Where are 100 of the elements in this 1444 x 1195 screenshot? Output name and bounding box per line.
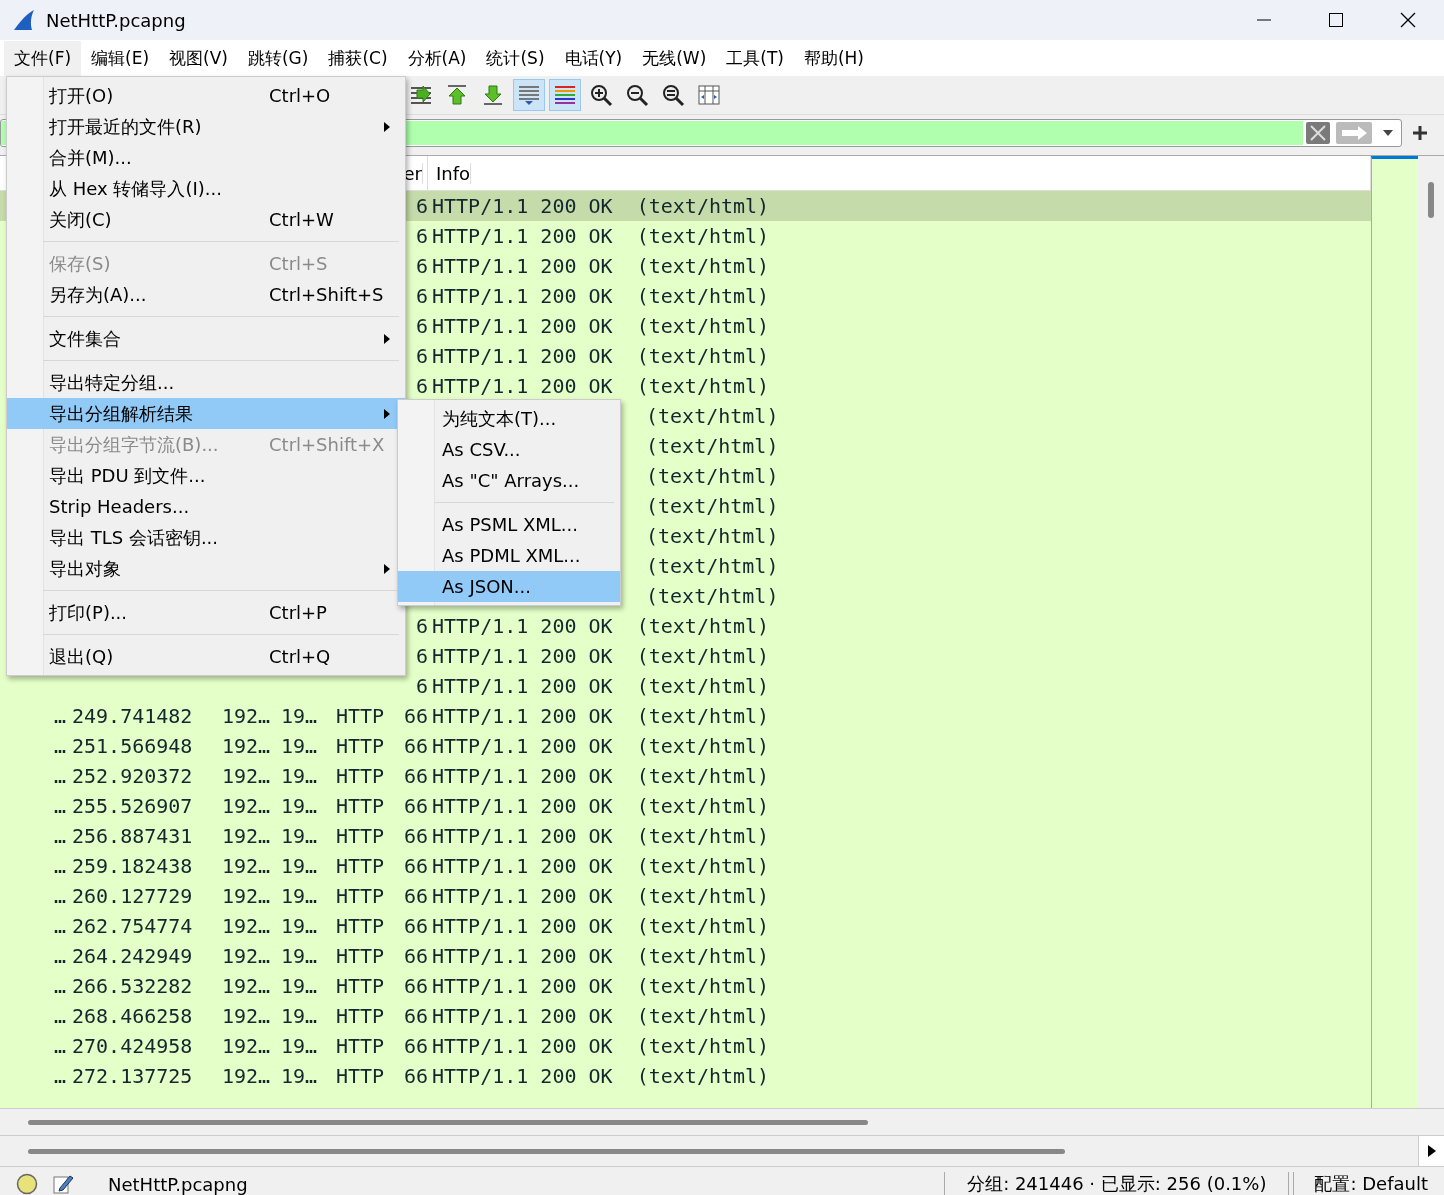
table-cell-text: HTTP [335,914,385,938]
last-icon [481,83,505,107]
table-cell-text: 19… [280,914,318,938]
table-cell-text: HTTP/1.1 200 OK (text/html) [431,764,770,788]
table-cell: … [53,854,66,878]
table-cell-text: (text/html) [645,464,779,488]
table-cell-text: HTTP/1.1 200 OK (text/html) [431,254,770,278]
colorize-toolbar-button[interactable] [549,79,581,111]
table-cell-text: 19… [280,974,318,998]
menu-item[interactable]: As JSON... [398,571,620,602]
menu-bar-item[interactable]: 统计(S) [476,40,555,76]
table-cell: 6 [415,224,428,248]
resize-icon [697,83,721,107]
menu-bar-item[interactable]: 电话(Y) [554,40,633,76]
table-cell-text: 192… [221,734,271,758]
menu-bar-item[interactable]: 文件(F) [4,40,82,76]
table-cell: … [53,764,66,788]
clear-filter-button[interactable] [1303,122,1333,144]
table-cell-text: 270.424958 [71,1034,193,1058]
table-cell: 66 [403,914,428,938]
status-indicator-icon[interactable] [16,1173,38,1195]
menu-item[interactable]: 关闭(C) Ctrl+W [7,204,405,235]
table-cell-text: 192… [221,1004,271,1028]
table-cell: 66 [403,704,428,728]
table-cell-text: HTTP [335,884,385,908]
table-cell-text: 266.532282 [71,974,193,998]
table-cell-text: 192… [221,1034,271,1058]
table-cell: 6 [415,284,428,308]
menu-item[interactable]: 退出(Q) Ctrl+Q [7,641,405,672]
scroll-right-button[interactable] [1418,1136,1444,1166]
add-filter-button[interactable] [1410,126,1430,140]
menu-item[interactable]: 导出特定分组... [7,367,405,398]
menu-item[interactable]: 打开最近的文件(R) [7,111,405,142]
zoomreset-icon [661,83,685,107]
menu-item[interactable]: 另存为(A)... Ctrl+Shift+S [7,279,405,310]
table-cell: 6 [415,614,428,638]
table-cell-text: (text/html) [645,404,779,428]
autoscroll-icon [517,83,541,107]
table-cell-text: (text/html) [645,554,779,578]
table-cell-text: HTTP/1.1 200 OK (text/html) [431,734,770,758]
autoscroll-toolbar-button[interactable] [513,79,545,111]
table-cell-text: 272.137725 [71,1064,193,1088]
menu-item[interactable]: 打开(O) Ctrl+O [7,80,405,111]
table-cell-text: (text/html) [645,524,779,548]
table-cell: 6 [415,674,428,698]
table-cell-text: 19… [280,1004,318,1028]
menu-item[interactable]: As PDML XML... [398,540,620,571]
menu-bar-item[interactable]: 跳转(G) [237,40,319,76]
table-cell-text: 262.754774 [71,914,193,938]
table-cell-text: 192… [221,1064,271,1088]
table-cell-text: HTTP/1.1 200 OK (text/html) [431,1034,770,1058]
table-cell: 66 [403,1064,428,1088]
table-cell-text: HTTP [335,1064,385,1088]
table-cell: 6 [415,314,428,338]
table-cell-text: 192… [221,884,271,908]
table-cell-text: HTTP/1.1 200 OK (text/html) [431,224,770,248]
table-cell-text: HTTP/1.1 200 OK (text/html) [431,944,770,968]
table-cell-text: 268.466258 [71,1004,193,1028]
table-cell-text: HTTP/1.1 200 OK (text/html) [431,344,770,368]
table-cell-text: HTTP [335,764,385,788]
menu-bar-item[interactable]: 分析(A) [397,40,477,76]
table-cell: … [53,944,66,968]
table-cell-text: HTTP/1.1 200 OK (text/html) [431,794,770,818]
table-cell-text: HTTP/1.1 200 OK (text/html) [431,314,770,338]
table-cell-text: 19… [280,944,318,968]
table-cell-text: HTTP/1.1 200 OK (text/html) [431,824,770,848]
column-header[interactable]: Info [432,162,472,184]
menu-bar-item[interactable]: 捕获(C) [318,40,398,76]
table-cell-text: 19… [280,794,318,818]
window-title: NetHttP.pcapng [46,9,187,31]
profile-label[interactable]: 配置: Default [1296,1172,1444,1195]
edit-comment-icon[interactable] [52,1173,74,1195]
menu-bar-item[interactable]: 帮助(H) [793,40,874,76]
menu-item[interactable]: As CSV... [398,434,620,465]
shark-fin-icon [12,8,36,32]
menu-bar-item[interactable]: 视图(V) [159,40,238,76]
table-cell-text: HTTP [335,824,385,848]
table-cell: … [53,974,66,998]
menu-bar-item[interactable]: 工具(T) [716,40,794,76]
table-cell: … [53,1004,66,1028]
menu-bar-item[interactable]: 无线(W) [632,40,717,76]
table-cell-text: HTTP/1.1 200 OK (text/html) [431,854,770,878]
table-cell-text: 192… [221,824,271,848]
menu-item[interactable]: As PSML XML... [398,509,620,540]
table-cell-text: 192… [221,944,271,968]
table-cell-text: (text/html) [645,584,779,608]
close-icon [1400,12,1416,28]
table-cell-text: HTTP/1.1 200 OK (text/html) [431,674,770,698]
table-cell-text: HTTP/1.1 200 OK (text/html) [431,914,770,938]
zoomout-icon [625,83,649,107]
table-cell-text: HTTP/1.1 200 OK (text/html) [431,1004,770,1028]
table-cell-text: 19… [280,884,318,908]
menu-item[interactable]: 文件集合 [7,323,405,354]
menu-item[interactable]: As "C" Arrays... [398,465,620,496]
menu-item[interactable]: 导出分组解析结果 [7,398,405,429]
table-cell-text: HTTP [335,794,385,818]
table-cell-text: HTTP/1.1 200 OK (text/html) [431,194,770,218]
table-cell-text: HTTP [335,854,385,878]
table-cell-text: 19… [280,1064,318,1088]
menu-bar-item[interactable]: 编辑(E) [81,40,160,76]
